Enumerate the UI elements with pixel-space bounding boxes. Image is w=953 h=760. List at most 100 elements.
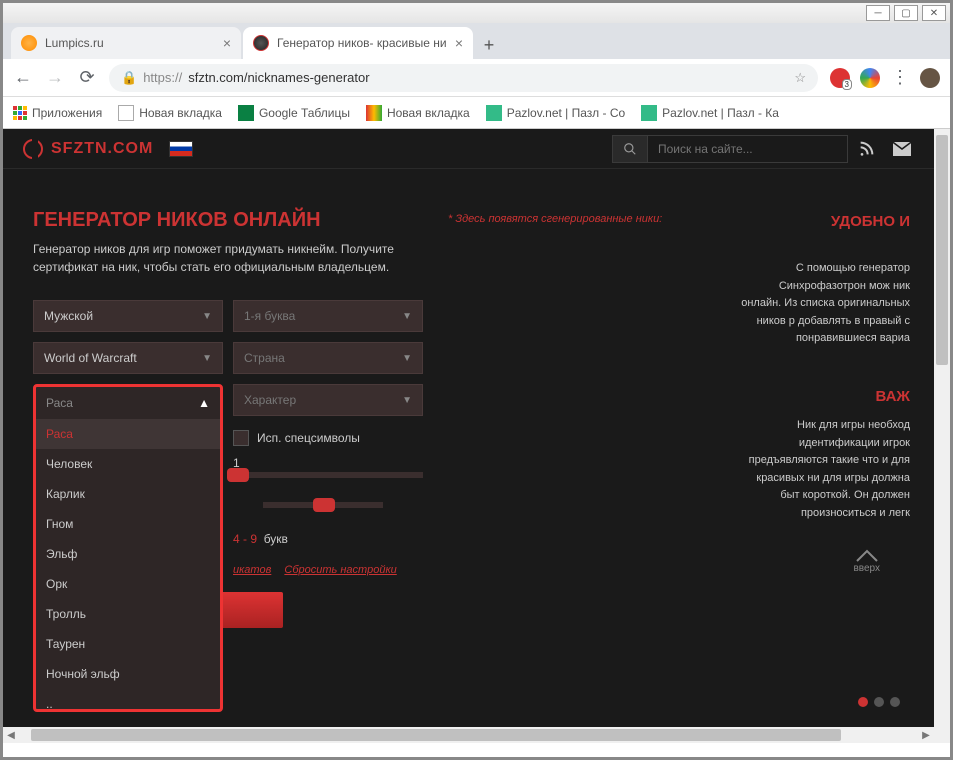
page-viewport: SFZTN.COM ГЕНЕРАТОР НИКОВ ОНЛАЙН Генерат… [3, 129, 950, 743]
scrollbar-thumb[interactable] [31, 729, 841, 741]
race-option[interactable]: Эльф [36, 539, 220, 569]
extensions: 3 ⋮ [830, 68, 940, 88]
length-slider[interactable] [263, 502, 383, 508]
special-chars-checkbox[interactable] [233, 430, 249, 446]
gender-select[interactable]: Мужской ▼ [33, 300, 223, 332]
search-input[interactable] [648, 135, 848, 163]
back-button[interactable]: ← [13, 68, 33, 88]
character-select[interactable]: Характер▼ [233, 384, 423, 416]
rss-icon[interactable] [848, 131, 884, 167]
bookmark-item[interactable]: Google Таблицы [238, 105, 350, 121]
scrollbar-thumb[interactable] [936, 135, 948, 365]
tab-close-button[interactable]: × [447, 35, 463, 51]
carousel-dot[interactable] [890, 697, 900, 707]
logo-icon [23, 139, 43, 159]
site-logo[interactable]: SFZTN.COM [23, 139, 193, 159]
chevron-down-icon: ▼ [402, 311, 412, 322]
page-title: ГЕНЕРАТОР НИКОВ ОНЛАЙН [33, 209, 428, 232]
select-value: Мужской [44, 309, 93, 323]
bookmark-item[interactable]: Pazlov.net | Пазл - Со [486, 105, 625, 121]
chevron-down-icon: ▼ [202, 311, 212, 322]
lock-icon: 🔒 [121, 70, 137, 86]
tab-title: Генератор ников- красивые ни [277, 36, 447, 50]
length-unit: букв [264, 532, 288, 546]
country-select[interactable]: Страна▼ [233, 342, 423, 374]
new-tab-button[interactable]: + [475, 31, 503, 59]
search-icon [623, 142, 637, 156]
bookmark-label: Новая вкладка [139, 106, 222, 120]
game-select[interactable]: World of Warcraft▼ [33, 342, 223, 374]
star-icon[interactable]: ☆ [794, 70, 806, 86]
length-range: 4 - 9 [233, 532, 257, 546]
apps-button[interactable]: Приложения [13, 106, 102, 120]
carousel-dot[interactable] [874, 697, 884, 707]
no-duplicates-link[interactable]: икатов [233, 564, 271, 576]
reload-button[interactable]: ⟳ [77, 68, 97, 88]
window-maximize-button[interactable]: ▢ [894, 5, 918, 21]
horizontal-scrollbar[interactable]: ◀ ▶ [3, 727, 934, 743]
bookmark-label: Новая вкладка [387, 106, 470, 120]
race-option-list: Раса Человек Карлик Гном Эльф Орк Тролль… [36, 419, 220, 709]
scroll-top-label: вверх [853, 563, 880, 574]
first-letter-select[interactable]: 1-я буква▼ [233, 300, 423, 332]
address-bar[interactable]: 🔒 https://sfztn.com/nicknames-generator … [109, 64, 818, 92]
window-titlebar: ─ ▢ ✕ [3, 3, 950, 23]
forward-button[interactable]: → [45, 68, 65, 88]
carousel-dot[interactable] [858, 697, 868, 707]
sidebar-text: С помощью генератор Синхрофазотрон мож н… [741, 260, 910, 348]
profile-avatar[interactable] [920, 68, 940, 88]
sidebar-panel: УДОБНО И С помощью генератор Синхрофазот… [741, 209, 910, 628]
menu-button[interactable]: ⋮ [890, 68, 910, 88]
url-prefix: https:// [143, 70, 182, 85]
reset-link[interactable]: Сбросить настройки [284, 564, 396, 576]
slider-thumb[interactable] [227, 468, 249, 482]
sidebar-text: Ник для игры необход идентификации игрок… [741, 417, 910, 523]
race-option[interactable]: Тролль [36, 599, 220, 629]
scroll-top-button[interactable]: вверх [853, 549, 880, 574]
bookmark-item[interactable]: Новая вкладка [118, 105, 222, 121]
apps-icon [13, 106, 27, 120]
scroll-right-button[interactable]: ▶ [918, 727, 934, 743]
chevron-down-icon: ▼ [402, 395, 412, 406]
browser-tab-active[interactable]: Генератор ников- красивые ни × [243, 27, 473, 59]
race-option[interactable]: .. [36, 689, 220, 709]
tab-close-button[interactable]: × [215, 35, 231, 51]
race-option[interactable]: Орк [36, 569, 220, 599]
site-header: SFZTN.COM [3, 129, 940, 169]
window-minimize-button[interactable]: ─ [866, 5, 890, 21]
flag-icon[interactable] [169, 141, 193, 157]
race-option[interactable]: Человек [36, 449, 220, 479]
race-option[interactable]: Ночной эльф [36, 659, 220, 689]
page-description: Генератор ников для игр поможет придумат… [33, 240, 428, 276]
race-select-open[interactable]: Раса▲ Раса Человек Карлик Гном Эльф Орк … [33, 384, 223, 712]
puzzle-icon [486, 105, 502, 121]
race-select-header[interactable]: Раса▲ [36, 387, 220, 419]
generator-panel: ГЕНЕРАТОР НИКОВ ОНЛАЙН Генератор ников д… [33, 209, 428, 628]
chevron-up-icon: ▲ [198, 396, 210, 410]
chevron-down-icon: ▼ [202, 353, 212, 364]
bookmark-item[interactable]: Новая вкладка [366, 105, 470, 121]
race-option[interactable]: Карлик [36, 479, 220, 509]
race-option[interactable]: Гном [36, 509, 220, 539]
bookmark-item[interactable]: Pazlov.net | Пазл - Ка [641, 105, 779, 121]
window-close-button[interactable]: ✕ [922, 5, 946, 21]
extension-icon[interactable] [860, 68, 880, 88]
select-value: Страна [244, 351, 285, 365]
bookmark-label: Приложения [32, 106, 102, 120]
browser-tab[interactable]: Lumpics.ru × [11, 27, 241, 59]
page-icon [366, 105, 382, 121]
page-icon [118, 105, 134, 121]
logo-text: SFZTN.COM [51, 140, 153, 158]
slider-thumb[interactable] [313, 498, 335, 512]
mail-icon[interactable] [884, 131, 920, 167]
search-button[interactable] [612, 135, 648, 163]
results-panel: Здесь появятся сгенерированные ники: [448, 209, 721, 628]
race-option[interactable]: Таурен [36, 629, 220, 659]
bookmark-label: Pazlov.net | Пазл - Со [507, 106, 625, 120]
scroll-left-button[interactable]: ◀ [3, 727, 19, 743]
url-text: sfztn.com/nicknames-generator [188, 70, 369, 85]
vertical-scrollbar[interactable] [934, 129, 950, 743]
count-slider[interactable] [233, 472, 423, 478]
extension-icon[interactable]: 3 [830, 68, 850, 88]
race-option[interactable]: Раса [36, 419, 220, 449]
